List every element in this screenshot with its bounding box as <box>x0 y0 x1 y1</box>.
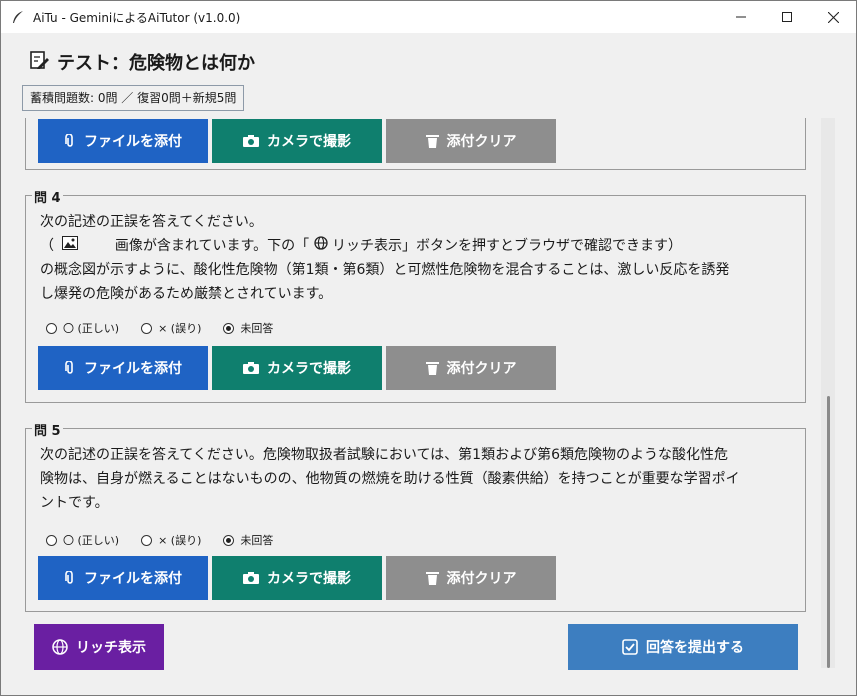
question-text: 次の記述の正誤を答えてください。 （ 画像が含まれています。下の「 リッチ表示」… <box>40 214 730 302</box>
radio-false[interactable]: × (誤り) <box>141 532 201 548</box>
radio-true[interactable]: 〇 (正しい) <box>46 320 119 336</box>
stats-badge: 蓄積問題数: 0問 ／ 復習0問＋新規5問 <box>22 85 245 111</box>
feather-icon <box>9 8 27 26</box>
radio-unanswered[interactable]: 未回答 <box>223 532 273 548</box>
attach-file-button[interactable]: ファイルを添付 <box>38 346 208 390</box>
attachment-buttons: ファイルを添付 カメラで撮影 添付クリア <box>38 346 560 390</box>
window-title: AiTu - GeminiによるAiTutor (v1.0.0) <box>33 10 241 25</box>
question-label: 問 4 <box>32 187 63 206</box>
submit-answer-button[interactable]: 回答を提出する <box>568 624 798 670</box>
globe-icon <box>52 639 68 655</box>
maximize-icon <box>782 12 792 22</box>
camera-button[interactable]: カメラで撮影 <box>212 119 382 163</box>
minimize-icon <box>736 16 746 18</box>
edit-note-icon <box>29 50 49 74</box>
minimize-button[interactable] <box>718 1 764 33</box>
radio-unanswered[interactable]: 未回答 <box>223 320 273 336</box>
trash-icon <box>425 134 439 148</box>
maximize-button[interactable] <box>764 1 810 33</box>
page-title: テスト：危険物とは何か <box>57 53 255 74</box>
camera-icon <box>243 362 259 374</box>
attachment-buttons: ファイルを添付 カメラで撮影 添付クリア <box>38 119 560 163</box>
answer-radio-group: 〇 (正しい) × (誤り) 未回答 <box>46 532 295 548</box>
clear-attachment-button[interactable]: 添付クリア <box>386 346 556 390</box>
attach-file-button[interactable]: ファイルを添付 <box>38 119 208 163</box>
app-window: AiTu - GeminiによるAiTutor (v1.0.0) テスト：危険物… <box>0 0 857 696</box>
question-text: 次の記述の正誤を答えてください。危険物取扱者試験においては、第1類および第6類危… <box>40 447 740 511</box>
question-card: ファイルを添付 カメラで撮影 添付クリア <box>25 118 806 170</box>
window-controls <box>718 1 856 33</box>
clear-attachment-button[interactable]: 添付クリア <box>386 556 556 600</box>
paperclip-icon <box>64 361 76 375</box>
paperclip-icon <box>64 134 76 148</box>
trash-icon <box>425 571 439 585</box>
question-scroll-area[interactable]: ファイルを添付 カメラで撮影 添付クリア 問 4 次の記述の正誤を答えてください… <box>25 118 807 616</box>
camera-icon <box>243 572 259 584</box>
camera-icon <box>243 135 259 147</box>
checkbox-icon <box>622 639 638 655</box>
question-label: 問 5 <box>32 420 63 439</box>
scrollbar-thumb[interactable] <box>827 396 830 668</box>
paperclip-icon <box>64 571 76 585</box>
trash-icon <box>425 361 439 375</box>
close-icon <box>827 11 839 23</box>
camera-button[interactable]: カメラで撮影 <box>212 556 382 600</box>
answer-radio-group: 〇 (正しい) × (誤り) 未回答 <box>46 320 295 336</box>
radio-false[interactable]: × (誤り) <box>141 320 201 336</box>
page-header: テスト：危険物とは何か <box>29 49 255 75</box>
question-card-5: 問 5 次の記述の正誤を答えてください。危険物取扱者試験においては、第1類および… <box>25 420 806 612</box>
image-icon <box>62 234 79 258</box>
clear-attachment-button[interactable]: 添付クリア <box>386 119 556 163</box>
title-bar: AiTu - GeminiによるAiTutor (v1.0.0) <box>1 1 856 33</box>
globe-icon <box>313 234 328 258</box>
close-button[interactable] <box>810 1 856 33</box>
attach-file-button[interactable]: ファイルを添付 <box>38 556 208 600</box>
rich-view-button[interactable]: リッチ表示 <box>34 624 164 670</box>
camera-button[interactable]: カメラで撮影 <box>212 346 382 390</box>
radio-true[interactable]: 〇 (正しい) <box>46 532 119 548</box>
question-card-4: 問 4 次の記述の正誤を答えてください。 （ 画像が含まれています。下の「 リッ… <box>25 187 806 403</box>
attachment-buttons: ファイルを添付 カメラで撮影 添付クリア <box>38 556 560 600</box>
